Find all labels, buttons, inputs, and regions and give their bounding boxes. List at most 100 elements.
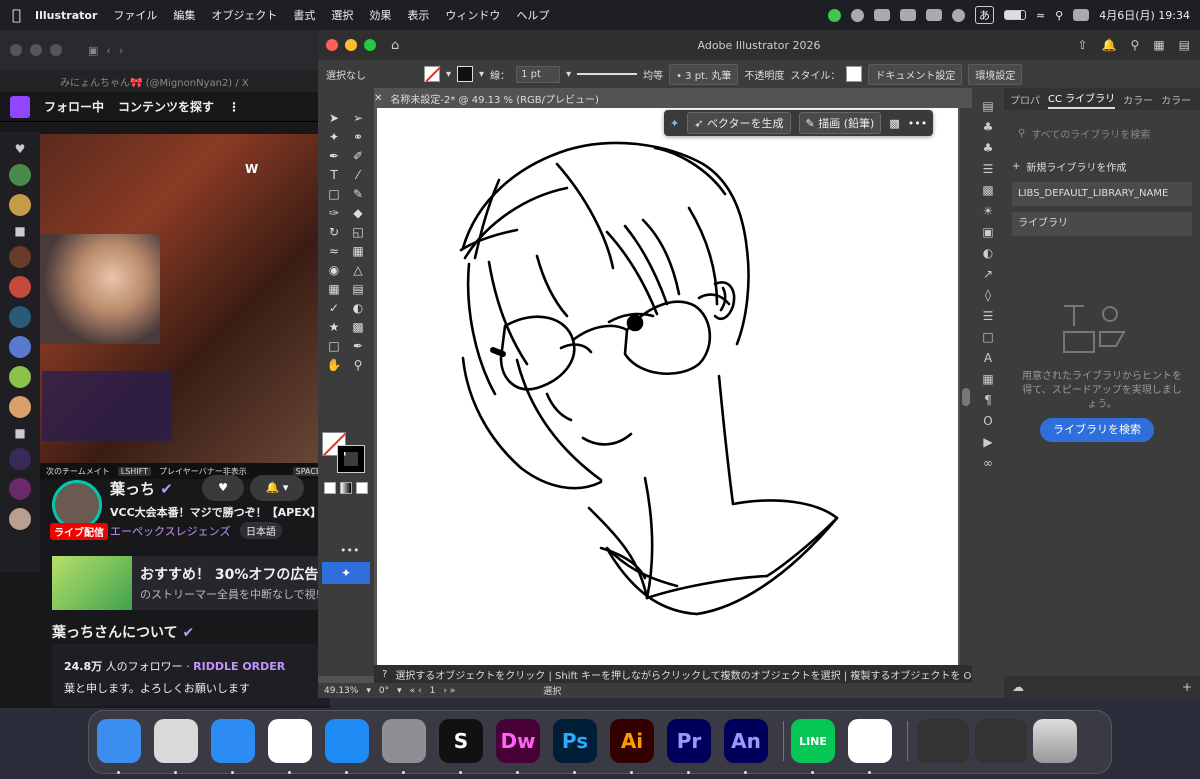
rectangle-tool-icon[interactable]: □ xyxy=(324,186,344,202)
dock-app-dreamweaver-icon[interactable]: Dw xyxy=(496,719,540,763)
dock-app-system-settings-icon[interactable] xyxy=(382,719,426,763)
search-libraries-button[interactable]: ライブラリを検索 xyxy=(1040,418,1154,442)
tab-properties[interactable]: プロパ xyxy=(1010,92,1040,107)
zoom-tool-icon[interactable]: ⚲ xyxy=(348,357,368,373)
recent-window-thumbnail[interactable] xyxy=(917,719,969,763)
rotate-tool-icon[interactable]: ↻ xyxy=(324,224,344,240)
hand-tool-icon[interactable]: ✋ xyxy=(324,357,344,373)
zoom-button[interactable] xyxy=(50,44,62,56)
blend-tool-icon[interactable]: ◐ xyxy=(348,300,368,316)
channel-avatar[interactable] xyxy=(9,306,31,328)
color-icon[interactable] xyxy=(324,482,336,494)
channel-avatar[interactable] xyxy=(9,164,31,186)
more-tools-icon[interactable]: ••• xyxy=(340,544,359,557)
menu-help[interactable]: ヘルプ xyxy=(516,7,549,23)
column-graph-icon[interactable]: ▩ xyxy=(348,319,368,335)
camera-icon[interactable]: ■ xyxy=(14,224,25,238)
gradient-tool-icon[interactable]: ▤ xyxy=(348,281,368,297)
channel-avatar[interactable] xyxy=(9,276,31,298)
mesh-tool-icon[interactable]: ▦ xyxy=(324,281,344,297)
preferences-button[interactable]: 環境設定 xyxy=(968,63,1023,85)
browser-tab[interactable]: みにょんちゃん🎀 (@MignonNyan2) / X xyxy=(0,70,330,92)
close-button[interactable] xyxy=(10,44,22,56)
follow-button[interactable]: ♥ xyxy=(202,475,244,501)
transparency-icon[interactable]: ◐ xyxy=(980,245,996,261)
cloud-icon[interactable]: ☁ xyxy=(1012,680,1024,694)
wifi-icon[interactable]: ≈ xyxy=(1036,9,1045,22)
help-icon[interactable]: ? xyxy=(382,669,387,680)
channel-avatar[interactable] xyxy=(9,336,31,358)
artboard-number[interactable]: 1 xyxy=(430,686,436,696)
sidebar-toggle-icon[interactable]: ▣ xyxy=(88,44,98,57)
dock-app-launchpad-icon[interactable] xyxy=(154,719,198,763)
paragraph-icon[interactable]: ¶ xyxy=(980,392,996,408)
dock-app-s-app-icon[interactable]: S xyxy=(439,719,483,763)
generative-tool-button[interactable]: ✦ xyxy=(322,562,370,584)
chevron-down-icon[interactable]: ▾ xyxy=(566,69,571,80)
links-icon[interactable]: ∞ xyxy=(980,455,996,471)
properties-icon[interactable]: ▤ xyxy=(980,98,996,114)
shape-builder-icon[interactable]: ◉ xyxy=(324,262,344,278)
promo-banner[interactable]: おすすめ！ 30%オフの広告 のストリーマー全員を中断なしで視! xyxy=(52,556,330,610)
twitch-logo[interactable] xyxy=(10,95,30,118)
brush-tool-icon[interactable]: ✑ xyxy=(324,205,344,221)
nav-following[interactable]: フォロー中 xyxy=(44,98,104,115)
lasso-icon[interactable]: ⚭ xyxy=(348,129,368,145)
scale-tool-icon[interactable]: ◱ xyxy=(348,224,368,240)
menu-effect[interactable]: 効果 xyxy=(369,7,391,23)
eraser-tool-icon[interactable]: ◆ xyxy=(348,205,368,221)
game-link[interactable]: エーペックスレジェンズ xyxy=(110,523,230,539)
menu-edit[interactable]: 編集 xyxy=(173,7,195,23)
gradient-panel-icon[interactable]: ▩ xyxy=(980,182,996,198)
streamer-name[interactable]: 葉っち ✔ xyxy=(110,478,173,499)
create-library-button[interactable]: + 新規ライブラリを作成 xyxy=(1012,156,1192,176)
zoom-level[interactable]: 49.13% xyxy=(324,686,358,696)
export-icon[interactable]: ↗ xyxy=(980,266,996,282)
mute-icon[interactable] xyxy=(899,9,916,21)
close-button[interactable] xyxy=(326,39,338,51)
forward-icon[interactable]: › xyxy=(119,44,123,57)
mode-status[interactable]: 選択 xyxy=(543,684,561,697)
slice-tool-icon[interactable]: ✒ xyxy=(348,338,368,354)
3d-icon[interactable]: ◊ xyxy=(980,287,996,303)
chevron-down-icon[interactable]: ▾ xyxy=(479,69,484,80)
stroke-color-icon[interactable] xyxy=(337,445,365,473)
language-tag[interactable]: 日本語 xyxy=(240,522,282,539)
security-icon[interactable] xyxy=(873,9,890,21)
channel-avatar[interactable] xyxy=(9,366,31,388)
channel-avatar[interactable] xyxy=(9,448,31,470)
line-status-icon[interactable] xyxy=(827,8,841,22)
library-item[interactable]: LIBS_DEFAULT_LIBRARY_NAME xyxy=(1012,182,1192,206)
eyedropper-icon[interactable]: ✓ xyxy=(324,300,344,316)
share-icon[interactable]: ⇧ xyxy=(1078,38,1088,52)
library-search-input[interactable]: ⚲ すべてのライブラリを検索 xyxy=(1012,122,1192,144)
stroke-weight-input[interactable]: 1 pt xyxy=(516,65,561,83)
workspace-icon[interactable]: ▦ xyxy=(1153,38,1164,52)
artboard[interactable] xyxy=(377,108,958,665)
camera-icon[interactable]: ■ xyxy=(14,426,25,440)
swatches-icon[interactable]: ♣ xyxy=(980,140,996,156)
character-icon[interactable]: A xyxy=(980,350,996,366)
play-icon[interactable] xyxy=(951,8,965,22)
magic-wand-icon[interactable]: ✦ xyxy=(324,129,344,145)
clock[interactable]: 4月6日(月) 19:34 xyxy=(1099,7,1190,23)
draw-pencil-button[interactable]: ✎ 描画 (鉛筆) xyxy=(798,112,882,134)
free-transform-icon[interactable]: ▦ xyxy=(348,243,368,259)
search-icon[interactable]: ⚲ xyxy=(1131,38,1140,52)
pencil-tool-icon[interactable]: ✎ xyxy=(348,186,368,202)
sparkle-icon[interactable]: ✦ xyxy=(670,117,679,130)
arrange-icon[interactable]: ▤ xyxy=(1179,38,1190,52)
close-tab-icon[interactable]: ✕ xyxy=(374,93,382,104)
back-icon[interactable]: ‹ xyxy=(106,44,110,57)
opacity-label[interactable]: 不透明度 xyxy=(744,67,784,82)
brush-select[interactable]: • 3 pt. 丸筆 xyxy=(669,63,739,85)
tab-color[interactable]: カラー xyxy=(1123,92,1153,107)
menu-type[interactable]: 書式 xyxy=(293,7,315,23)
tab-cc-libraries[interactable]: CC ライブラリ xyxy=(1048,90,1116,109)
more-icon[interactable]: ••• xyxy=(908,117,927,130)
creative-cloud-icon[interactable] xyxy=(850,8,864,22)
type-tool-icon[interactable]: T xyxy=(324,167,344,183)
artboard-nav[interactable]: › » xyxy=(443,686,455,696)
team-link[interactable]: RIDDLE ORDER xyxy=(193,660,285,673)
artboards-icon[interactable]: □ xyxy=(980,329,996,345)
